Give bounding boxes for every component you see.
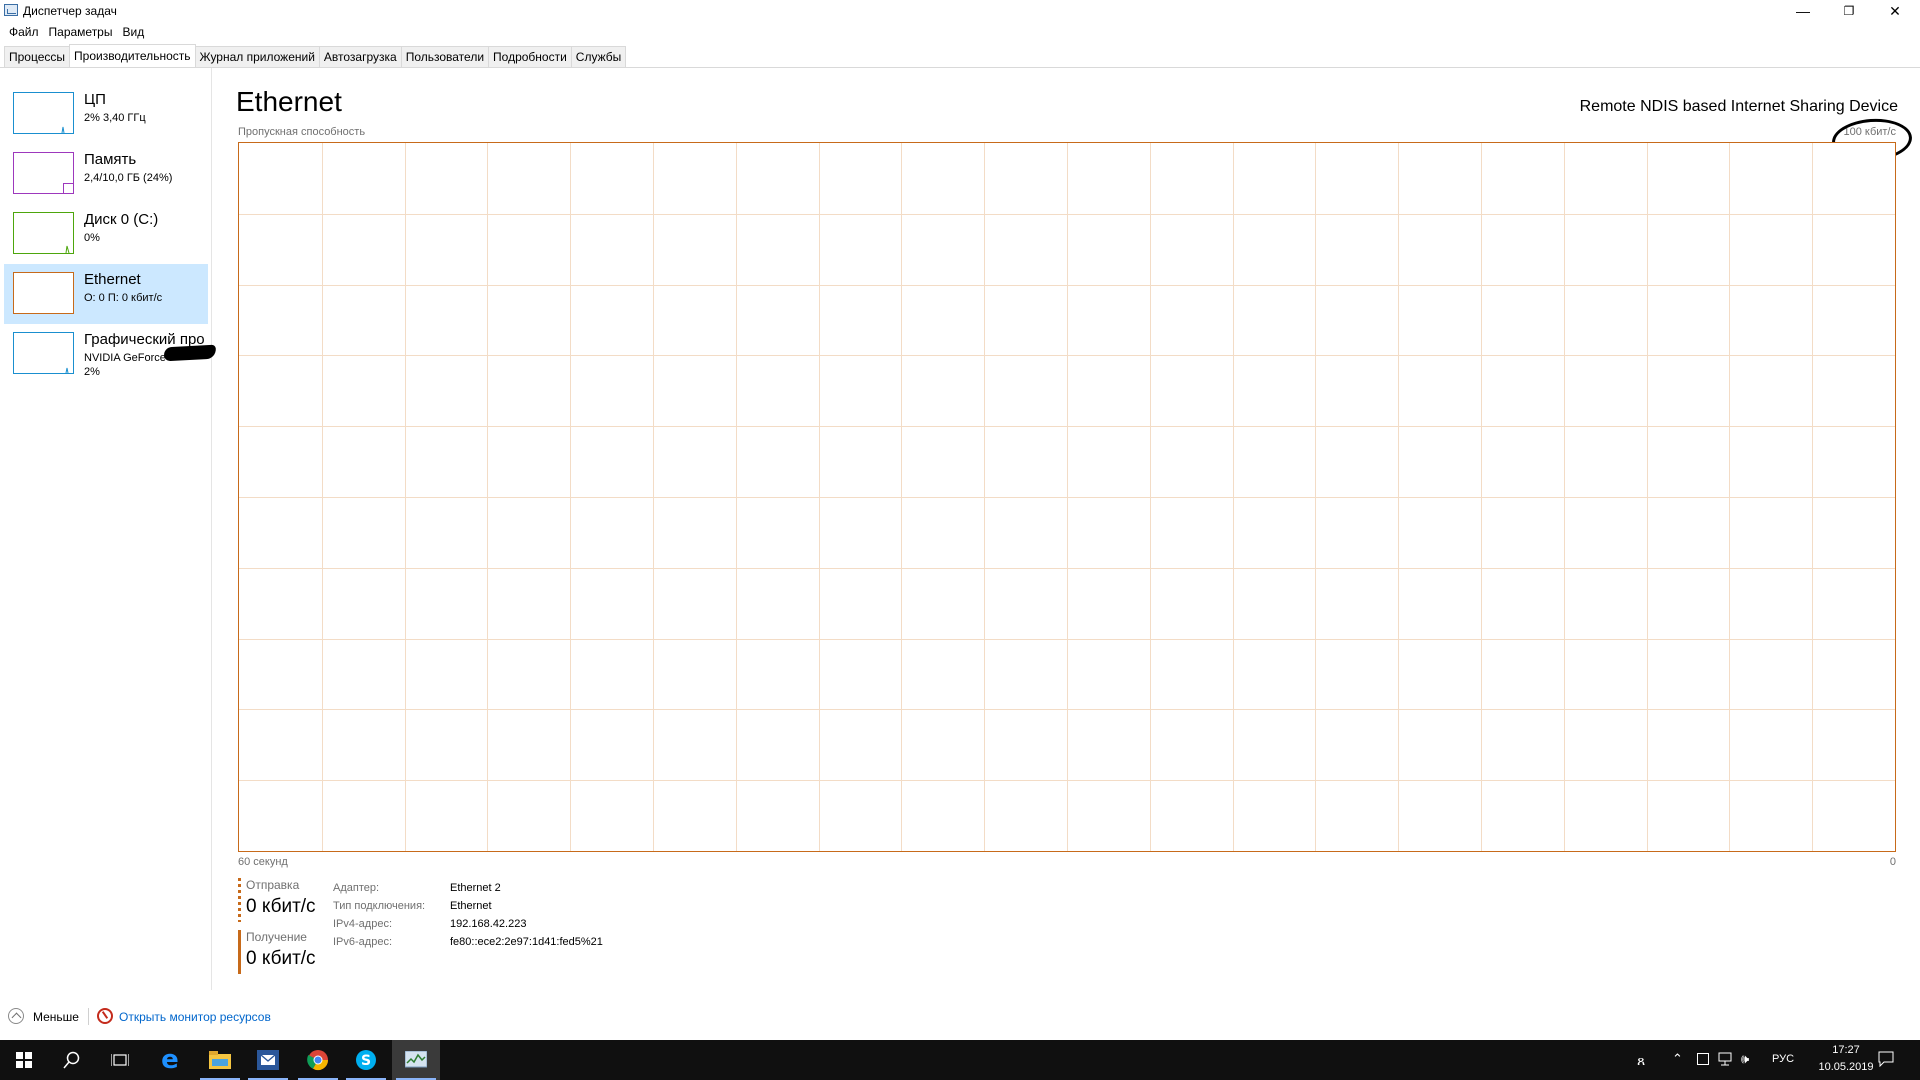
tab-services[interactable]: Службы xyxy=(570,46,627,67)
clock-date[interactable]: 10.05.2019 xyxy=(1808,1061,1884,1073)
window-title: Диспетчер задач xyxy=(23,4,117,18)
windows-start-icon[interactable] xyxy=(0,1040,48,1080)
send-legend-bar xyxy=(238,878,241,922)
title-bar: Диспетчер задач — ❐ ✕ xyxy=(0,0,1920,22)
info-row-connection-type: Тип подключения: Ethernet xyxy=(333,897,603,915)
receive-value: 0 кбит/с xyxy=(246,948,316,969)
file-explorer-icon[interactable] xyxy=(196,1040,244,1080)
sidebar-item-value: 0% xyxy=(84,232,100,244)
footer-bar: Меньше Открыть монитор ресурсов xyxy=(0,1002,1920,1032)
ethernet-graph-icon xyxy=(13,272,74,314)
info-key: IPv4-адрес: xyxy=(333,918,393,930)
sidebar-item-value2: 2% xyxy=(84,366,100,378)
info-value: 192.168.42.223 xyxy=(450,918,527,930)
info-value: Ethernet xyxy=(450,900,492,912)
page-title: Ethernet xyxy=(236,86,342,117)
sidebar-item-title: Ethernet xyxy=(84,271,141,288)
info-value: Ethernet 2 xyxy=(450,882,501,894)
info-row-ipv6: IPv6-адрес: fe80::ece2:2e97:1d41:fed5%21 xyxy=(333,933,603,951)
task-view-icon[interactable] xyxy=(96,1040,144,1080)
info-value: fe80::ece2:2e97:1d41:fed5%21 xyxy=(450,936,603,948)
sidebar-item-value: 2% 3,40 ГГц xyxy=(84,112,146,124)
send-label: Отправка xyxy=(246,878,300,892)
tablet-mode-icon[interactable] xyxy=(1697,1053,1709,1068)
info-key: Адаптер: xyxy=(333,882,380,894)
search-icon[interactable] xyxy=(48,1040,96,1080)
tab-startup[interactable]: Автозагрузка xyxy=(318,46,402,67)
edge-icon[interactable]: e xyxy=(146,1040,194,1080)
tab-details[interactable]: Подробности xyxy=(488,46,572,67)
memory-graph-icon xyxy=(13,152,74,194)
close-button[interactable]: ✕ xyxy=(1872,0,1918,22)
notifications-icon[interactable] xyxy=(1878,1051,1894,1070)
footer-separator xyxy=(88,1008,89,1025)
language-indicator[interactable]: РУС xyxy=(1772,1053,1794,1065)
send-value: 0 кбит/с xyxy=(246,896,316,917)
graph-min-value: 0 xyxy=(1889,856,1896,868)
open-resource-monitor-link[interactable]: Открыть монитор ресурсов xyxy=(119,1010,271,1024)
tab-strip: Процессы Производительность Журнал прило… xyxy=(4,44,627,68)
sidebar-item-title: Диск 0 (C:) xyxy=(84,211,159,228)
tab-app-history[interactable]: Журнал приложений xyxy=(194,46,320,67)
menu-view[interactable]: Вид xyxy=(117,22,149,42)
sidebar-item-gpu[interactable]: Графический про NVIDIA GeForce 2% xyxy=(4,324,217,384)
volume-icon[interactable]: 🕪 xyxy=(1741,1051,1749,1067)
sidebar-item-cpu[interactable]: ЦП 2% 3,40 ГГц xyxy=(4,84,208,144)
resource-sidebar: ЦП 2% 3,40 ГГц Память 2,4/10,0 ГБ (24%) … xyxy=(0,68,217,988)
info-row-adapter: Адаптер: Ethernet 2 xyxy=(333,879,603,897)
chevron-up-icon[interactable] xyxy=(8,1008,24,1024)
task-manager-app-icon xyxy=(4,4,18,16)
throughput-graph xyxy=(238,142,1896,852)
fewer-details-button[interactable]: Меньше xyxy=(33,1010,79,1024)
menu-options[interactable]: Параметры xyxy=(44,22,118,42)
cpu-graph-icon xyxy=(13,92,74,134)
info-row-ipv4: IPv4-адрес: 192.168.42.223 xyxy=(333,915,603,933)
taskbar: e S ጸ ⌃ 🕪 РУС 17:27 10.05.2019 xyxy=(0,1040,1920,1080)
info-key: IPv6-адрес: xyxy=(333,936,393,948)
tab-performance[interactable]: Производительность xyxy=(69,44,196,67)
send-stat: Отправка 0 кбит/с xyxy=(238,878,328,922)
sidebar-item-value: О: 0 П: 0 кбит/с xyxy=(84,292,163,304)
sidebar-item-title: ЦП xyxy=(84,91,106,108)
tab-users[interactable]: Пользователи xyxy=(400,46,490,67)
graph-time-span: 60 секунд xyxy=(238,856,288,868)
svg-text:S: S xyxy=(361,1053,371,1069)
network-icon[interactable] xyxy=(1718,1052,1734,1069)
adapter-info: Адаптер: Ethernet 2 Тип подключения: Eth… xyxy=(333,879,603,951)
task-manager-icon[interactable] xyxy=(392,1040,440,1080)
chrome-icon[interactable] xyxy=(294,1040,342,1080)
clock-time[interactable]: 17:27 xyxy=(1818,1044,1874,1056)
receive-label: Получение xyxy=(246,930,307,944)
menu-file[interactable]: Файл xyxy=(4,22,44,42)
receive-legend-bar xyxy=(238,930,241,974)
gpu-graph-icon xyxy=(13,332,74,374)
disk-graph-icon xyxy=(13,212,74,254)
graph-grid xyxy=(239,143,1895,851)
minimize-button[interactable]: — xyxy=(1780,0,1826,22)
menu-bar: Файл Параметры Вид xyxy=(0,22,1920,42)
sidebar-item-value: NVIDIA GeForce xyxy=(84,352,166,364)
sidebar-item-disk[interactable]: Диск 0 (C:) 0% xyxy=(4,204,208,264)
redaction-scribble xyxy=(163,344,217,362)
maximize-button[interactable]: ❐ xyxy=(1826,0,1872,22)
chevron-up-tray-icon[interactable]: ⌃ xyxy=(1672,1051,1683,1067)
sidebar-item-ethernet[interactable]: Ethernet О: 0 П: 0 кбит/с xyxy=(4,264,208,324)
skype-icon[interactable]: S xyxy=(342,1040,390,1080)
people-icon[interactable]: ጸ xyxy=(1637,1052,1645,1069)
sidebar-item-title: Память xyxy=(84,151,137,168)
tab-processes[interactable]: Процессы xyxy=(4,46,71,67)
info-key: Тип подключения: xyxy=(333,900,426,912)
sidebar-item-memory[interactable]: Память 2,4/10,0 ГБ (24%) xyxy=(4,144,208,204)
graph-title: Пропускная способность xyxy=(238,126,366,138)
resource-monitor-icon[interactable] xyxy=(97,1008,113,1024)
sidebar-item-value: 2,4/10,0 ГБ (24%) xyxy=(84,172,173,184)
mail-app-icon[interactable] xyxy=(244,1040,292,1080)
device-name: Remote NDIS based Internet Sharing Devic… xyxy=(1579,98,1898,115)
receive-stat: Получение 0 кбит/с xyxy=(238,930,328,974)
